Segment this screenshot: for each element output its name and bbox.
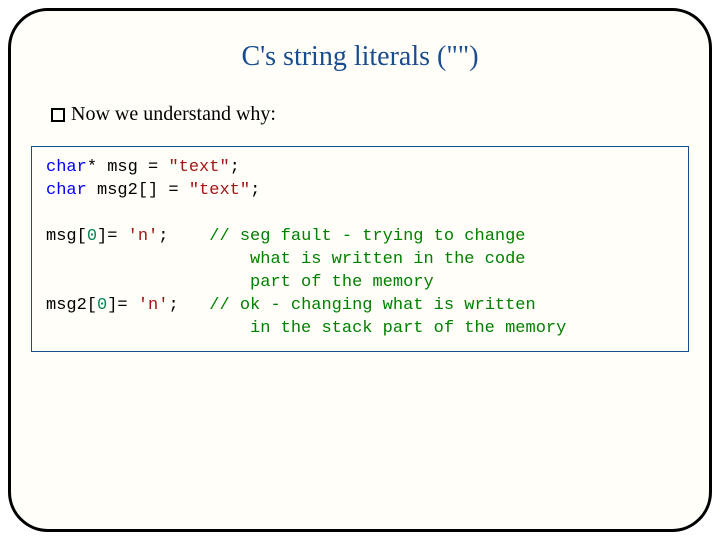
number-literal: 0 [87, 227, 97, 246]
square-bullet-icon [51, 108, 65, 122]
string-literal: "text" [168, 158, 229, 177]
code-line: char* msg = "text"; [46, 157, 674, 180]
comment: in the stack part of the memory [250, 319, 566, 338]
code-text: ]= [97, 227, 128, 246]
comment: // ok - changing what is written [209, 296, 535, 315]
code-text: ]= [107, 296, 138, 315]
code-text: ; [250, 181, 260, 200]
code-line: part of the memory [46, 272, 674, 295]
code-text [46, 319, 250, 338]
bullet-text: Now we understand why: [71, 103, 276, 126]
code-text [46, 273, 250, 292]
code-line: msg2[0]= 'n'; // ok - changing what is w… [46, 295, 674, 318]
code-text: ; [168, 296, 209, 315]
code-text [46, 250, 250, 269]
code-text: * msg = [87, 158, 169, 177]
comment: what is written in the code [250, 250, 525, 269]
code-line-blank [46, 203, 674, 226]
keyword: char [46, 158, 87, 177]
code-block: char* msg = "text"; char msg2[] = "text"… [31, 146, 689, 352]
slide-frame: C's string literals ("") Now we understa… [8, 8, 712, 532]
code-text: ; [230, 158, 240, 177]
char-literal: 'n' [138, 296, 169, 315]
code-line: msg[0]= 'n'; // seg fault - trying to ch… [46, 226, 674, 249]
code-text: msg2[ [46, 296, 97, 315]
number-literal: 0 [97, 296, 107, 315]
keyword: char [46, 181, 87, 200]
comment: part of the memory [250, 273, 434, 292]
code-line: in the stack part of the memory [46, 318, 674, 341]
code-text: msg2[] = [87, 181, 189, 200]
string-literal: "text" [189, 181, 250, 200]
code-text: msg[ [46, 227, 87, 246]
slide-title: C's string literals ("") [51, 41, 669, 73]
code-text: ; [158, 227, 209, 246]
comment: // seg fault - trying to change [209, 227, 525, 246]
char-literal: 'n' [128, 227, 159, 246]
code-line: char msg2[] = "text"; [46, 180, 674, 203]
code-line: what is written in the code [46, 249, 674, 272]
bullet-line: Now we understand why: [51, 103, 669, 126]
